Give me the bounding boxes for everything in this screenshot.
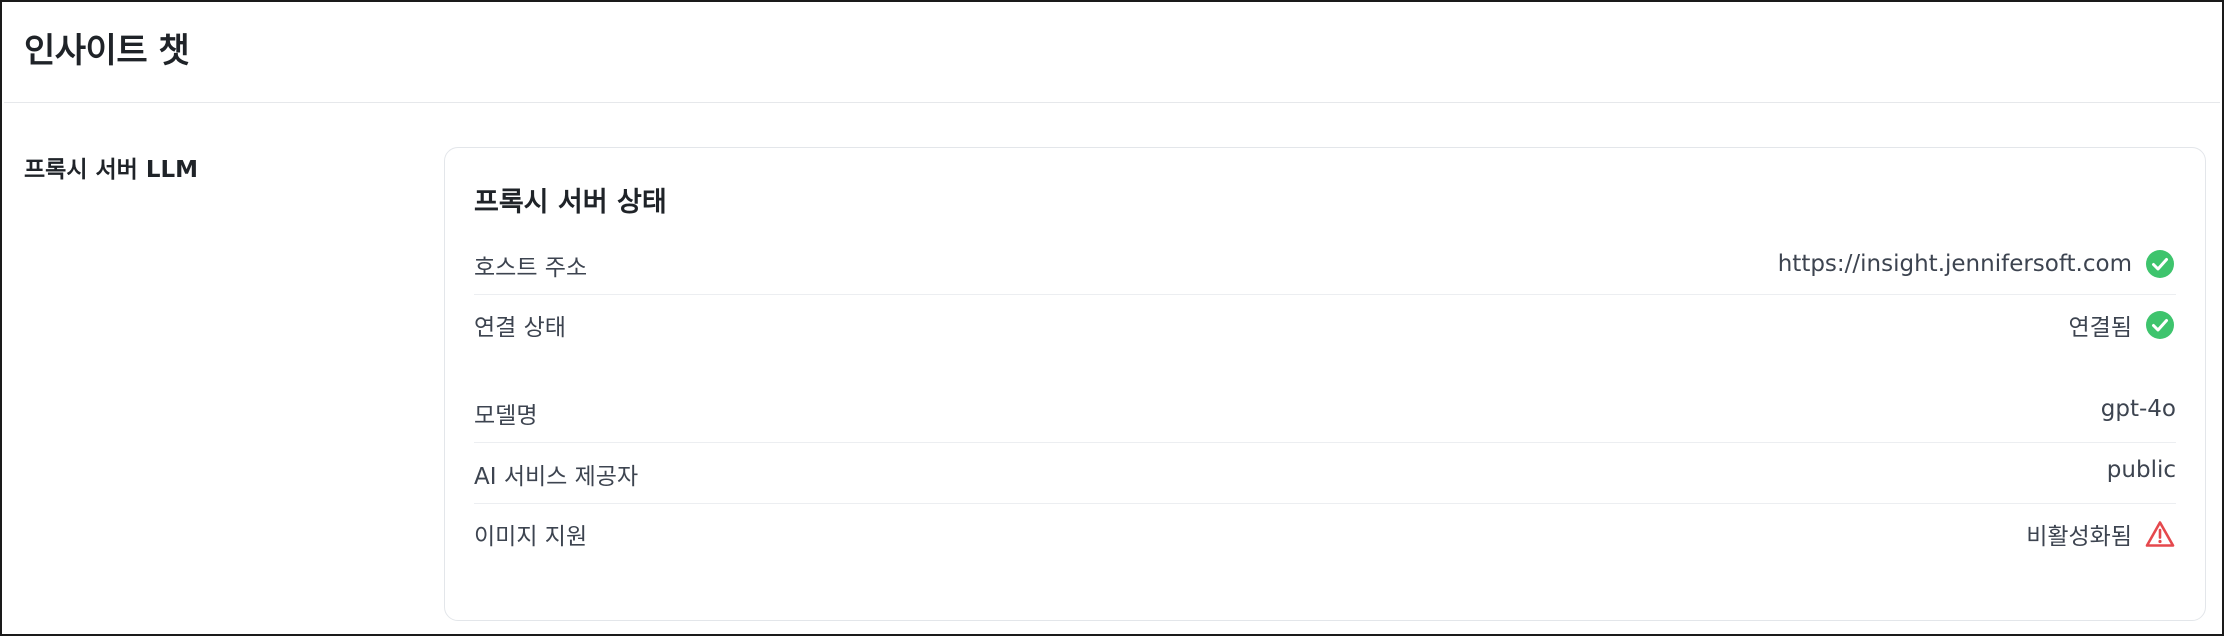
check-circle-icon [2144, 309, 2176, 341]
model-name-label: 모델명 [474, 403, 538, 429]
row-model-name: 모델명 gpt-4o [474, 382, 2176, 443]
connection-status-label: 연결 상태 [474, 315, 566, 341]
proxy-status-card: 프록시 서버 상태 호스트 주소 https://insight.jennife… [444, 147, 2206, 621]
window-frame: 인사이트 챗 프록시 서버 LLM 프록시 서버 상태 호스트 주소 https… [0, 0, 2224, 636]
page-title: 인사이트 챗 [24, 31, 190, 71]
ai-provider-value: public [2106, 457, 2176, 483]
row-image-support: 이미지 지원 비활성화됨 [474, 503, 2176, 563]
image-support-label: 이미지 지원 [474, 524, 588, 550]
host-address-value: https://insight.jennifersoft.com [1777, 251, 2132, 277]
row-ai-provider: AI 서비스 제공자 public [474, 443, 2176, 504]
card-title: 프록시 서버 상태 [474, 187, 667, 218]
check-circle-icon [2144, 248, 2176, 280]
ai-provider-label: AI 서비스 제공자 [474, 464, 639, 490]
warning-triangle-icon [2144, 518, 2176, 550]
row-host-address: 호스트 주소 https://insight.jennifersoft.com [474, 234, 2176, 295]
connection-status-value: 연결됨 [2068, 315, 2132, 341]
host-address-label: 호스트 주소 [474, 255, 588, 281]
image-support-value: 비활성화됨 [2026, 524, 2132, 550]
row-connection-status: 연결 상태 연결됨 [474, 294, 2176, 354]
page-header: 인사이트 챗 [4, 4, 2220, 103]
section-label: 프록시 서버 LLM [24, 157, 199, 183]
model-name-value: gpt-4o [2100, 396, 2176, 422]
